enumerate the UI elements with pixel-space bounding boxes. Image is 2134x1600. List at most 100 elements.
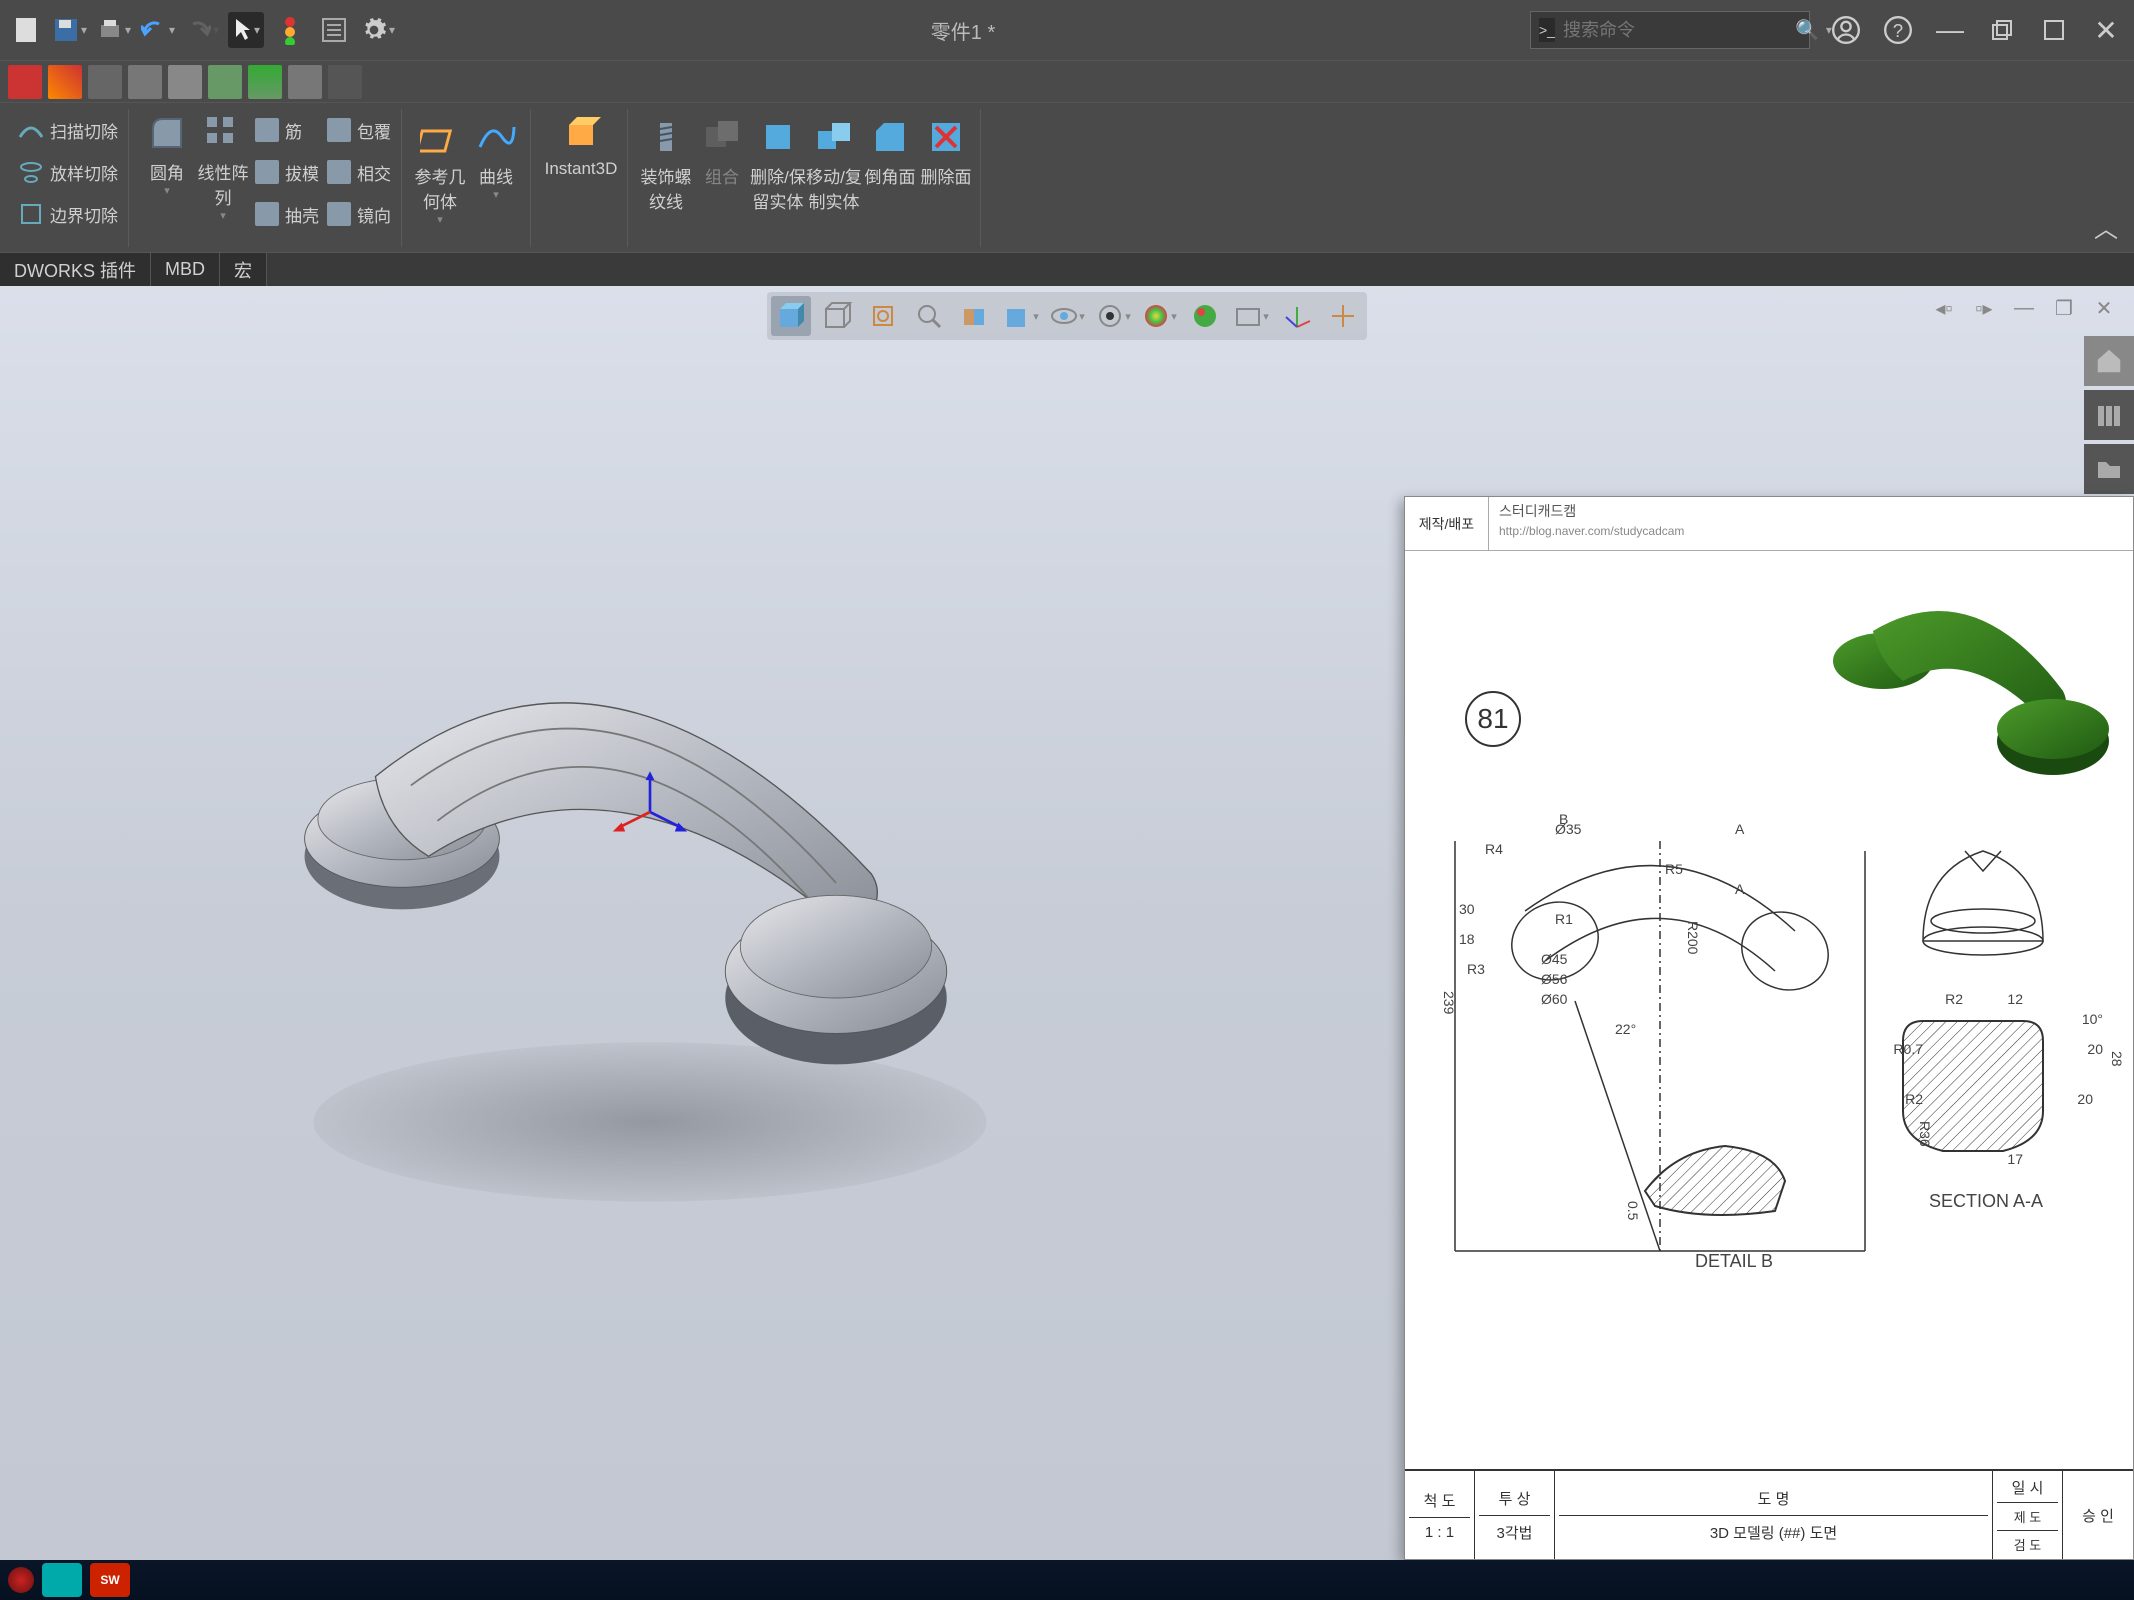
boundary-cut-button[interactable]: 边界切除 — [14, 193, 122, 235]
shell-button[interactable]: 抽壳 — [251, 193, 323, 235]
dim-10deg: 10° — [2082, 1011, 2103, 1027]
render-icon[interactable]: ▾ — [1231, 296, 1271, 336]
chamfer-face-button[interactable]: 倒角面 — [862, 113, 918, 243]
dim-30: 30 — [1459, 901, 1475, 917]
appearance-icon[interactable]: ▾ — [1139, 296, 1179, 336]
toolbar-icon-7[interactable] — [248, 65, 282, 99]
vp-restore-icon[interactable]: ❐ — [2046, 292, 2082, 324]
save-button[interactable]: ▾ — [52, 12, 88, 48]
taskpane-file-icon[interactable] — [2084, 444, 2134, 494]
scan-cut-button[interactable]: 扫描切除 — [14, 109, 122, 151]
graphics-viewport[interactable]: ▾ ▾ ▾ ▾ ▾ ◂▫ ▫▸ — ❐ ✕ — [0, 286, 2134, 1560]
undo-button[interactable]: ▾ — [140, 12, 176, 48]
toolbar-icon-6[interactable] — [208, 65, 242, 99]
delete-face-button[interactable]: 删除面 — [918, 113, 974, 243]
dim-239: 239 — [1441, 991, 1457, 1014]
intersect-button[interactable]: 相交 — [323, 151, 395, 193]
detail-b-label: DETAIL B — [1695, 1251, 1773, 1272]
draft-button[interactable]: 拔模 — [251, 151, 323, 193]
zoom-area-icon[interactable] — [909, 296, 949, 336]
rib-button[interactable]: 筋 — [251, 109, 323, 151]
dim-d56: Ø56 — [1541, 971, 1567, 987]
toolbar-icon-5[interactable] — [168, 65, 202, 99]
dim-d60: Ø60 — [1541, 991, 1567, 1007]
taskpane-library-icon[interactable] — [2084, 390, 2134, 440]
windows-taskbar[interactable]: SW — [0, 1560, 2134, 1600]
redo-button[interactable]: ▾ — [184, 12, 220, 48]
toolbar-icon-8[interactable] — [288, 65, 322, 99]
hide-show-icon[interactable]: ▾ — [1047, 296, 1087, 336]
new-menu[interactable] — [8, 12, 44, 48]
close-button[interactable]: ✕ — [2086, 10, 2126, 50]
ribbon-group-direct: 装饰螺纹线 组合 删除/保留实体 移动/复制实体 倒角面 删除面 — [632, 109, 981, 247]
tab-macro[interactable]: 宏 — [220, 253, 267, 286]
viewport-window-controls: ◂▫ ▫▸ — ❐ ✕ — [1926, 292, 2122, 324]
zoom-fit-icon[interactable] — [863, 296, 903, 336]
view-wireframe-icon[interactable] — [817, 296, 857, 336]
dim-r07: R0.7 — [1893, 1041, 1923, 1057]
view-orientation-icon[interactable] — [771, 296, 811, 336]
loft-cut-button[interactable]: 放样切除 — [14, 151, 122, 193]
decal-icon[interactable] — [1185, 296, 1225, 336]
maximize-button[interactable] — [2034, 10, 2074, 50]
taskbar-start-icon[interactable] — [8, 1567, 34, 1593]
tab-plugin[interactable]: DWORKS 插件 — [0, 253, 151, 286]
drawing-side-view — [1893, 811, 2073, 981]
taskpane-home-icon[interactable] — [2084, 336, 2134, 386]
ref-geometry-button[interactable]: 参考几何体▾ — [412, 113, 468, 243]
restore-button[interactable] — [1982, 10, 2022, 50]
vp-prev-icon[interactable]: ◂▫ — [1926, 292, 1962, 324]
dim-r1: R1 — [1555, 911, 1573, 927]
toolbar-icon-9[interactable] — [328, 65, 362, 99]
dim-r4: R4 — [1485, 841, 1503, 857]
taskbar-solidworks-icon[interactable]: SW — [90, 1563, 130, 1597]
ribbon: 扫描切除 放样切除 边界切除 圆角▾ 线性阵列▾ 筋 拔模 抽壳 包覆 相交 镜… — [0, 102, 2134, 252]
rebuild-button[interactable] — [272, 12, 308, 48]
search-input[interactable] — [1563, 20, 1795, 41]
coord-icon[interactable] — [1277, 296, 1317, 336]
section-view-icon[interactable] — [955, 296, 995, 336]
vp-minimize-icon[interactable]: — — [2006, 292, 2042, 324]
toolbar-icon-2[interactable] — [48, 65, 82, 99]
snapshot-icon[interactable] — [1323, 296, 1363, 336]
delete-keep-body-button[interactable]: 删除/保留实体 — [750, 113, 806, 243]
minimize-button[interactable]: — — [1930, 10, 1970, 50]
dim-28: 28 — [2109, 1051, 2125, 1067]
dim-r2b: R2 — [1905, 1091, 1923, 1107]
vp-close-icon[interactable]: ✕ — [2086, 292, 2122, 324]
toolbar-icon-4[interactable] — [128, 65, 162, 99]
ribbon-collapse-icon[interactable]: ︿ — [2094, 209, 2118, 244]
3d-model-view[interactable] — [180, 626, 1120, 1246]
dim-12: 12 — [2007, 991, 2023, 1007]
vp-next-icon[interactable]: ▫▸ — [1966, 292, 2002, 324]
section-a-top: A — [1735, 821, 1744, 837]
options-button[interactable] — [316, 12, 352, 48]
toolbar-icon-1[interactable] — [8, 65, 42, 99]
user-icon[interactable] — [1826, 10, 1866, 50]
thread-button[interactable]: 装饰螺纹线 — [638, 113, 694, 243]
curves-button[interactable]: 曲线▾ — [468, 113, 524, 243]
dim-20a: 20 — [2087, 1041, 2103, 1057]
move-copy-body-button[interactable]: 移动/复制实体 — [806, 113, 862, 243]
combine-button[interactable]: 组合 — [694, 113, 750, 243]
select-tool[interactable]: ▾ — [228, 12, 264, 48]
dim-d45: Ø45 — [1541, 951, 1567, 967]
ribbon-group-cut: 扫描切除 放样切除 边界切除 — [8, 109, 129, 247]
mirror-button[interactable]: 镜向 — [323, 193, 395, 235]
display-style-icon[interactable]: ▾ — [1001, 296, 1041, 336]
fillet-button[interactable]: 圆角▾ — [139, 109, 195, 239]
instant3d-button[interactable]: Instant3D — [541, 109, 621, 239]
linear-pattern-button[interactable]: 线性阵列▾ — [195, 109, 251, 239]
command-search[interactable]: >_ 🔍 ▾ — [1530, 11, 1810, 49]
dim-r3: R3 — [1467, 961, 1485, 977]
tab-mbd[interactable]: MBD — [151, 253, 220, 286]
settings-button[interactable]: ▾ — [360, 12, 396, 48]
wrap-button[interactable]: 包覆 — [323, 109, 395, 151]
reference-drawing-panel[interactable]: 제작/배포 스터디캐드캠 http://blog.naver.com/study… — [1404, 496, 2134, 1560]
toolbar-icon-3[interactable] — [88, 65, 122, 99]
help-icon[interactable]: ? — [1878, 10, 1918, 50]
taskbar-app-1[interactable] — [42, 1563, 82, 1597]
scene-icon[interactable]: ▾ — [1093, 296, 1133, 336]
print-button[interactable]: ▾ — [96, 12, 132, 48]
search-icon[interactable]: 🔍 — [1795, 18, 1820, 43]
